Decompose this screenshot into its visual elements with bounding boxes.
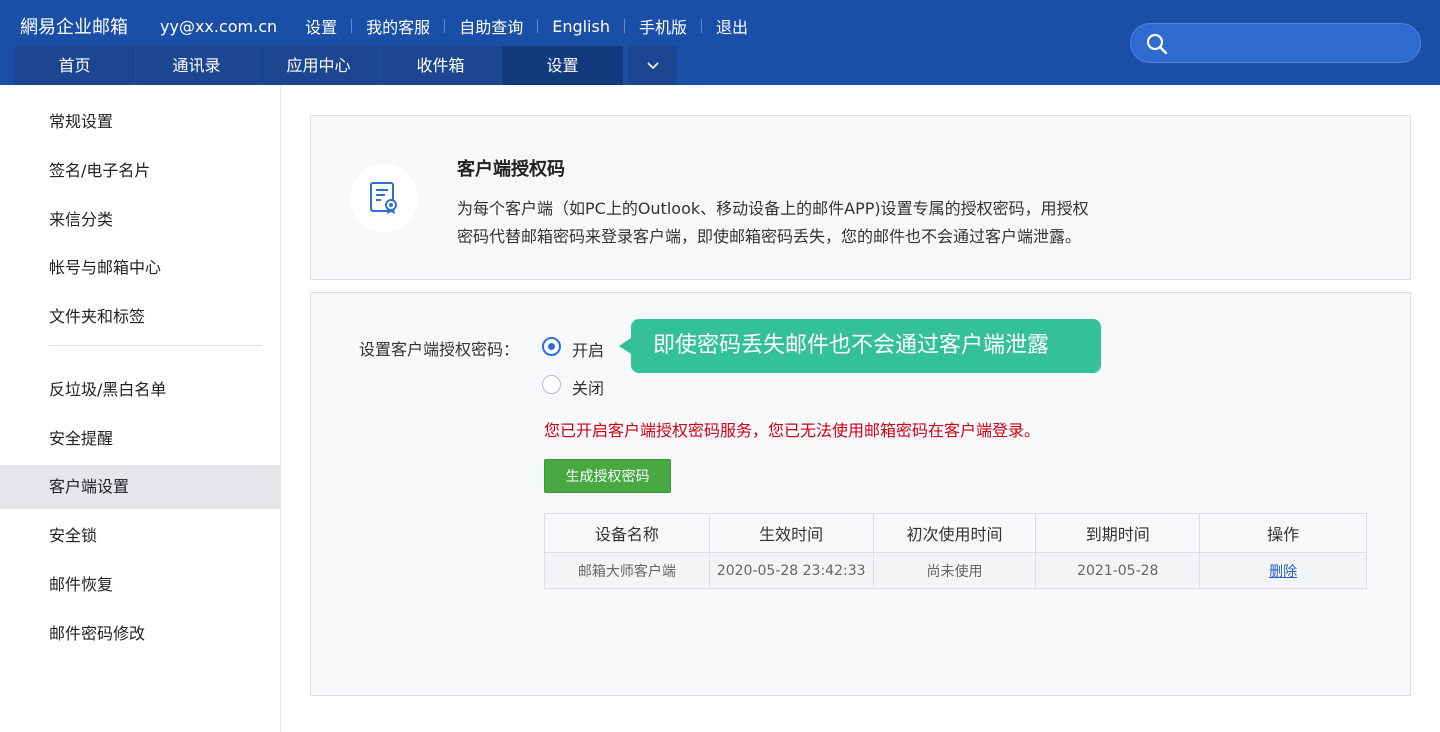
- device-table: 设备名称 生效时间 初次使用时间 到期时间 操作 邮箱大师客户端 2020-05…: [544, 513, 1367, 589]
- column-header-action: 操作: [1199, 513, 1367, 553]
- cell-expiry: 2021-05-28: [1035, 552, 1201, 589]
- intro-panel: 客户端授权码 为每个客户端（如PC上的Outlook、移动设备上的邮件APP)设…: [310, 115, 1411, 280]
- main-tabs: 首页 通讯录 应用中心 收件箱 设置: [14, 46, 677, 85]
- client-auth-panel: 设置客户端授权密码： 开启 关闭 即使密码丢失邮件也不会通过客户端泄露 您已开启…: [310, 292, 1411, 696]
- sidebar-item-general[interactable]: 常规设置: [0, 100, 280, 144]
- tab-more-dropdown[interactable]: [628, 46, 677, 85]
- tab-inbox[interactable]: 收件箱: [380, 46, 502, 85]
- generate-auth-code-button[interactable]: 生成授权密码: [544, 459, 671, 493]
- cell-device-name: 邮箱大师客户端: [544, 552, 710, 589]
- sidebar-item-account-center[interactable]: 帐号与邮箱中心: [0, 246, 280, 290]
- nav-separator: [537, 19, 539, 33]
- nav-separator: [623, 19, 625, 33]
- nav-link-english[interactable]: English: [552, 17, 610, 36]
- tab-contacts[interactable]: 通讯录: [136, 46, 258, 85]
- status-warning: 您已开启客户端授权密码服务，您已无法使用邮箱密码在客户端登录。: [544, 421, 1041, 440]
- auth-setting-label: 设置客户端授权密码：: [359, 340, 520, 359]
- nav-link-settings[interactable]: 设置: [305, 14, 337, 38]
- certificate-icon: [370, 182, 397, 214]
- sidebar-item-folders-tags[interactable]: 文件夹和标签: [0, 295, 280, 339]
- column-header-device-name: 设备名称: [544, 513, 710, 553]
- sidebar-item-antispam[interactable]: 反垃圾/黑白名单: [0, 368, 280, 412]
- nav-link-logout[interactable]: 退出: [716, 14, 748, 38]
- sidebar-divider: [49, 345, 262, 346]
- settings-sidebar: 常规设置 签名/电子名片 来信分类 帐号与邮箱中心 文件夹和标签 反垃圾/黑白名…: [0, 85, 281, 732]
- intro-description: 为每个客户端（如PC上的Outlook、移动设备上的邮件APP)设置专属的授权密…: [457, 195, 1157, 251]
- column-header-first-use: 初次使用时间: [872, 513, 1037, 553]
- sidebar-item-security-alert[interactable]: 安全提醒: [0, 417, 280, 461]
- search-input[interactable]: [1130, 23, 1421, 63]
- chevron-down-icon: [646, 62, 659, 70]
- intro-description-line: 密码代替邮箱密码来登录客户端，即使邮箱密码丢失，您的邮件也不会通过客户端泄露。: [457, 227, 1082, 246]
- nav-separator: [351, 19, 353, 33]
- top-nav: yy@xx.com.cn 设置 我的客服 自助查询 English 手机版 退出: [160, 14, 748, 38]
- sidebar-item-mail-recovery[interactable]: 邮件恢复: [0, 563, 280, 607]
- sidebar-item-password-change[interactable]: 邮件密码修改: [0, 612, 280, 656]
- intro-description-line: 为每个客户端（如PC上的Outlook、移动设备上的邮件APP)设置专属的授权密…: [457, 199, 1089, 218]
- account-email[interactable]: yy@xx.com.cn: [160, 17, 277, 36]
- top-header: 網易企业邮箱 yy@xx.com.cn 设置 我的客服 自助查询 English…: [0, 0, 1440, 85]
- cell-first-use: 尚未使用: [872, 552, 1037, 589]
- info-tooltip: 即使密码丢失邮件也不会通过客户端泄露: [619, 319, 1101, 373]
- nav-link-customer-service[interactable]: 我的客服: [366, 14, 430, 38]
- certificate-icon-badge: [350, 164, 418, 232]
- column-header-expiry: 到期时间: [1035, 513, 1201, 553]
- table-header-row: 设备名称 生效时间 初次使用时间 到期时间 操作: [544, 513, 1367, 553]
- search-icon: [1146, 33, 1168, 55]
- radio-enable[interactable]: [542, 337, 561, 356]
- tab-home[interactable]: 首页: [14, 46, 136, 85]
- nav-separator: [444, 19, 446, 33]
- radio-disable-label[interactable]: 关闭: [572, 375, 604, 399]
- tab-app-center[interactable]: 应用中心: [258, 46, 380, 85]
- column-header-effective-time: 生效时间: [708, 513, 874, 553]
- radio-enable-label[interactable]: 开启: [572, 337, 604, 361]
- sidebar-item-mail-filter[interactable]: 来信分类: [0, 198, 280, 242]
- intro-title: 客户端授权码: [457, 159, 565, 180]
- table-row: 邮箱大师客户端 2020-05-28 23:42:33 尚未使用 2021-05…: [544, 552, 1367, 589]
- radio-disable[interactable]: [542, 375, 561, 394]
- delete-link[interactable]: 删除: [1269, 564, 1297, 580]
- cell-action: 删除: [1199, 552, 1367, 589]
- nav-link-mobile[interactable]: 手机版: [639, 14, 687, 38]
- sidebar-item-signature[interactable]: 签名/电子名片: [0, 149, 280, 193]
- sidebar-item-security-lock[interactable]: 安全锁: [0, 514, 280, 558]
- tab-settings[interactable]: 设置: [502, 46, 624, 85]
- nav-link-self-service[interactable]: 自助查询: [459, 14, 523, 38]
- brand-logo[interactable]: 網易企业邮箱: [20, 13, 128, 39]
- nav-separator: [701, 19, 702, 33]
- cell-effective-time: 2020-05-28 23:42:33: [708, 552, 874, 589]
- sidebar-item-client-settings[interactable]: 客户端设置: [0, 465, 280, 509]
